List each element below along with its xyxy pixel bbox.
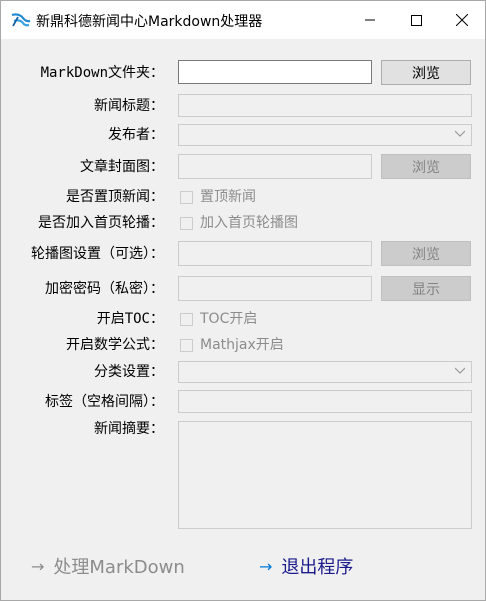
show-password-button[interactable]: 显示	[381, 276, 471, 301]
password-label: 加密密码（私密）：	[45, 281, 164, 297]
exit-program-link[interactable]: → 退出程序	[259, 553, 353, 579]
carousel-image-browse-button[interactable]: 浏览	[381, 241, 471, 266]
minimize-button[interactable]	[347, 1, 393, 39]
markdown-folder-browse-button[interactable]: 浏览	[381, 60, 471, 85]
carousel-image-input[interactable]	[178, 241, 372, 266]
news-title-label: 新闻标题：	[94, 98, 164, 114]
cover-image-input[interactable]	[178, 154, 372, 179]
pin-news-label: 是否置顶新闻：	[66, 189, 164, 205]
pin-news-checkbox-label: 置顶新闻	[200, 189, 256, 205]
homepage-carousel-checkbox[interactable]	[180, 217, 193, 230]
password-input[interactable]	[178, 276, 372, 301]
publisher-label: 发布者：	[108, 127, 164, 143]
toc-checkbox[interactable]	[180, 313, 193, 326]
homepage-carousel-checkbox-label: 加入首页轮播图	[200, 215, 298, 231]
homepage-carousel-label: 是否加入首页轮播：	[38, 215, 164, 231]
summary-textarea[interactable]	[178, 421, 472, 529]
chevron-down-icon	[455, 130, 465, 137]
title-bar[interactable]: 新鼎科德新闻中心Markdown处理器	[1, 1, 485, 39]
maximize-button[interactable]	[393, 1, 439, 39]
arrow-right-icon: →	[259, 556, 273, 576]
publisher-select[interactable]	[178, 124, 472, 146]
window-title: 新鼎科德新闻中心Markdown处理器	[36, 14, 263, 30]
exit-program-label: 退出程序	[281, 557, 354, 578]
chevron-down-icon	[455, 367, 465, 374]
math-checkbox-label: Mathjax开启	[200, 337, 284, 353]
pin-news-checkbox[interactable]	[180, 191, 193, 204]
app-logo-icon	[11, 13, 31, 27]
arrow-right-icon: →	[31, 556, 45, 576]
summary-label: 新闻摘要：	[94, 421, 164, 437]
markdown-folder-input[interactable]	[178, 60, 372, 84]
toc-checkbox-label: TOC开启	[200, 311, 258, 327]
carousel-image-label: 轮播图设置（可选）：	[31, 246, 164, 262]
close-button[interactable]	[439, 1, 485, 39]
minimize-icon	[365, 19, 375, 21]
cover-image-label: 文章封面图：	[80, 159, 164, 175]
tags-label: 标签（空格间隔）：	[45, 394, 164, 410]
markdown-folder-label: MarkDown文件夹：	[40, 65, 164, 81]
category-select[interactable]	[178, 361, 472, 383]
category-label: 分类设置：	[94, 364, 164, 380]
toc-label: 开启TOC：	[96, 311, 164, 327]
close-icon	[456, 14, 468, 26]
news-title-input[interactable]	[178, 94, 472, 117]
cover-image-browse-button[interactable]: 浏览	[381, 154, 471, 179]
math-label: 开启数学公式：	[66, 337, 164, 353]
maximize-icon	[410, 14, 422, 26]
math-checkbox[interactable]	[180, 339, 193, 352]
tags-input[interactable]	[178, 390, 472, 413]
process-markdown-link[interactable]: → 处理MarkDown	[31, 553, 185, 579]
process-markdown-label: 处理MarkDown	[53, 557, 185, 578]
app-window: 新鼎科德新闻中心Markdown处理器 MarkDown文件夹： 浏览 新闻标题…	[0, 0, 486, 601]
